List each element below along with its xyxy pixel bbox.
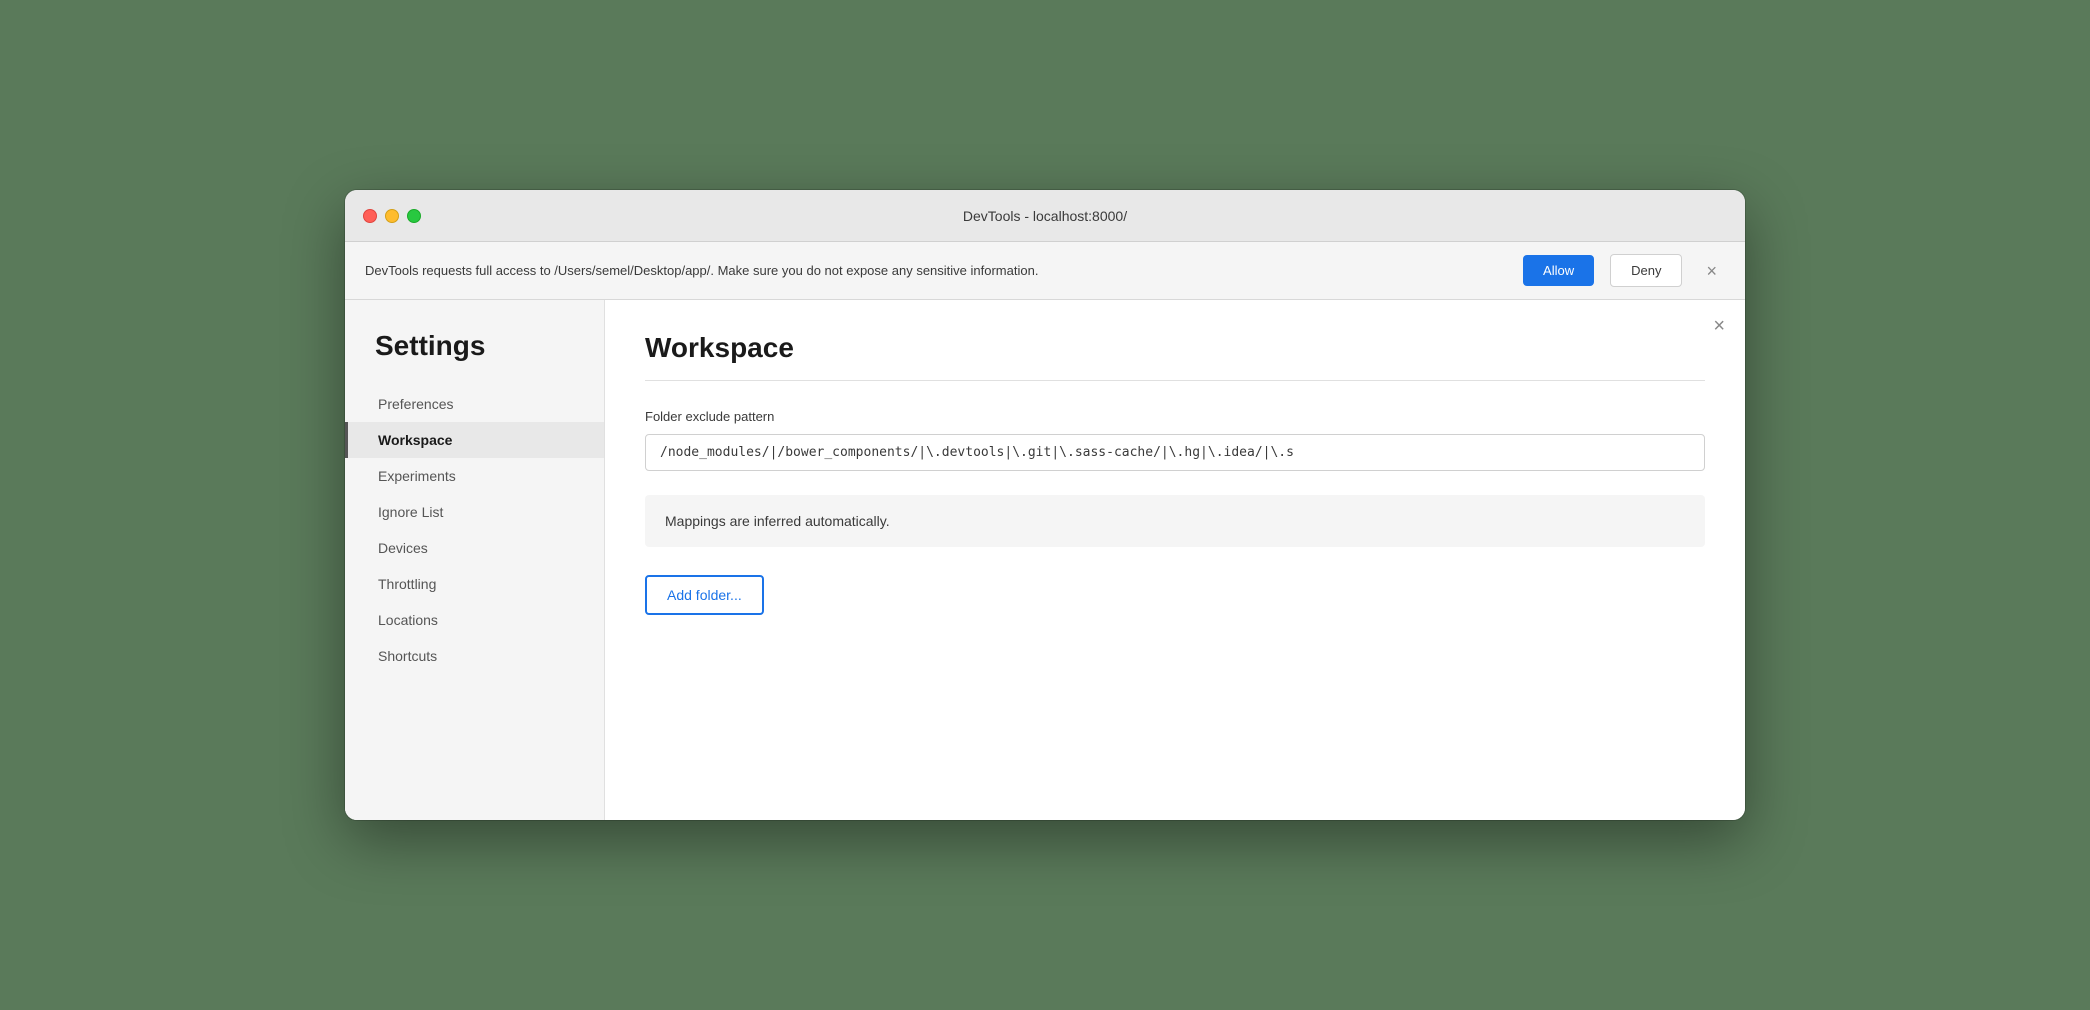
content-close-button[interactable]: × [1713,316,1725,336]
deny-button[interactable]: Deny [1610,254,1682,287]
titlebar: DevTools - localhost:8000/ [345,190,1745,242]
close-button[interactable] [363,209,377,223]
content-title: Workspace [645,332,1705,364]
traffic-lights [363,209,421,223]
add-folder-button[interactable]: Add folder... [645,575,764,615]
sidebar-item-preferences[interactable]: Preferences [345,386,604,422]
folder-exclude-label: Folder exclude pattern [645,409,1705,424]
maximize-button[interactable] [407,209,421,223]
sidebar-item-experiments[interactable]: Experiments [345,458,604,494]
notification-close-button[interactable]: × [1698,258,1725,284]
folder-exclude-input[interactable] [645,434,1705,471]
sidebar-item-locations[interactable]: Locations [345,602,604,638]
content-divider [645,380,1705,381]
info-box-text: Mappings are inferred automatically. [665,513,890,529]
notification-bar: DevTools requests full access to /Users/… [345,242,1745,300]
allow-button[interactable]: Allow [1523,255,1594,286]
main-content: Settings Preferences Workspace Experimen… [345,300,1745,820]
sidebar-item-devices[interactable]: Devices [345,530,604,566]
content-panel: × Workspace Folder exclude pattern Mappi… [605,300,1745,820]
info-box: Mappings are inferred automatically. [645,495,1705,547]
window-title: DevTools - localhost:8000/ [963,208,1127,224]
sidebar-item-shortcuts[interactable]: Shortcuts [345,638,604,674]
minimize-button[interactable] [385,209,399,223]
sidebar-item-ignore-list[interactable]: Ignore List [345,494,604,530]
sidebar-item-throttling[interactable]: Throttling [345,566,604,602]
sidebar-item-workspace[interactable]: Workspace [345,422,604,458]
sidebar: Settings Preferences Workspace Experimen… [345,300,605,820]
notification-text: DevTools requests full access to /Users/… [365,263,1507,278]
devtools-window: DevTools - localhost:8000/ DevTools requ… [345,190,1745,820]
settings-title: Settings [345,330,604,386]
